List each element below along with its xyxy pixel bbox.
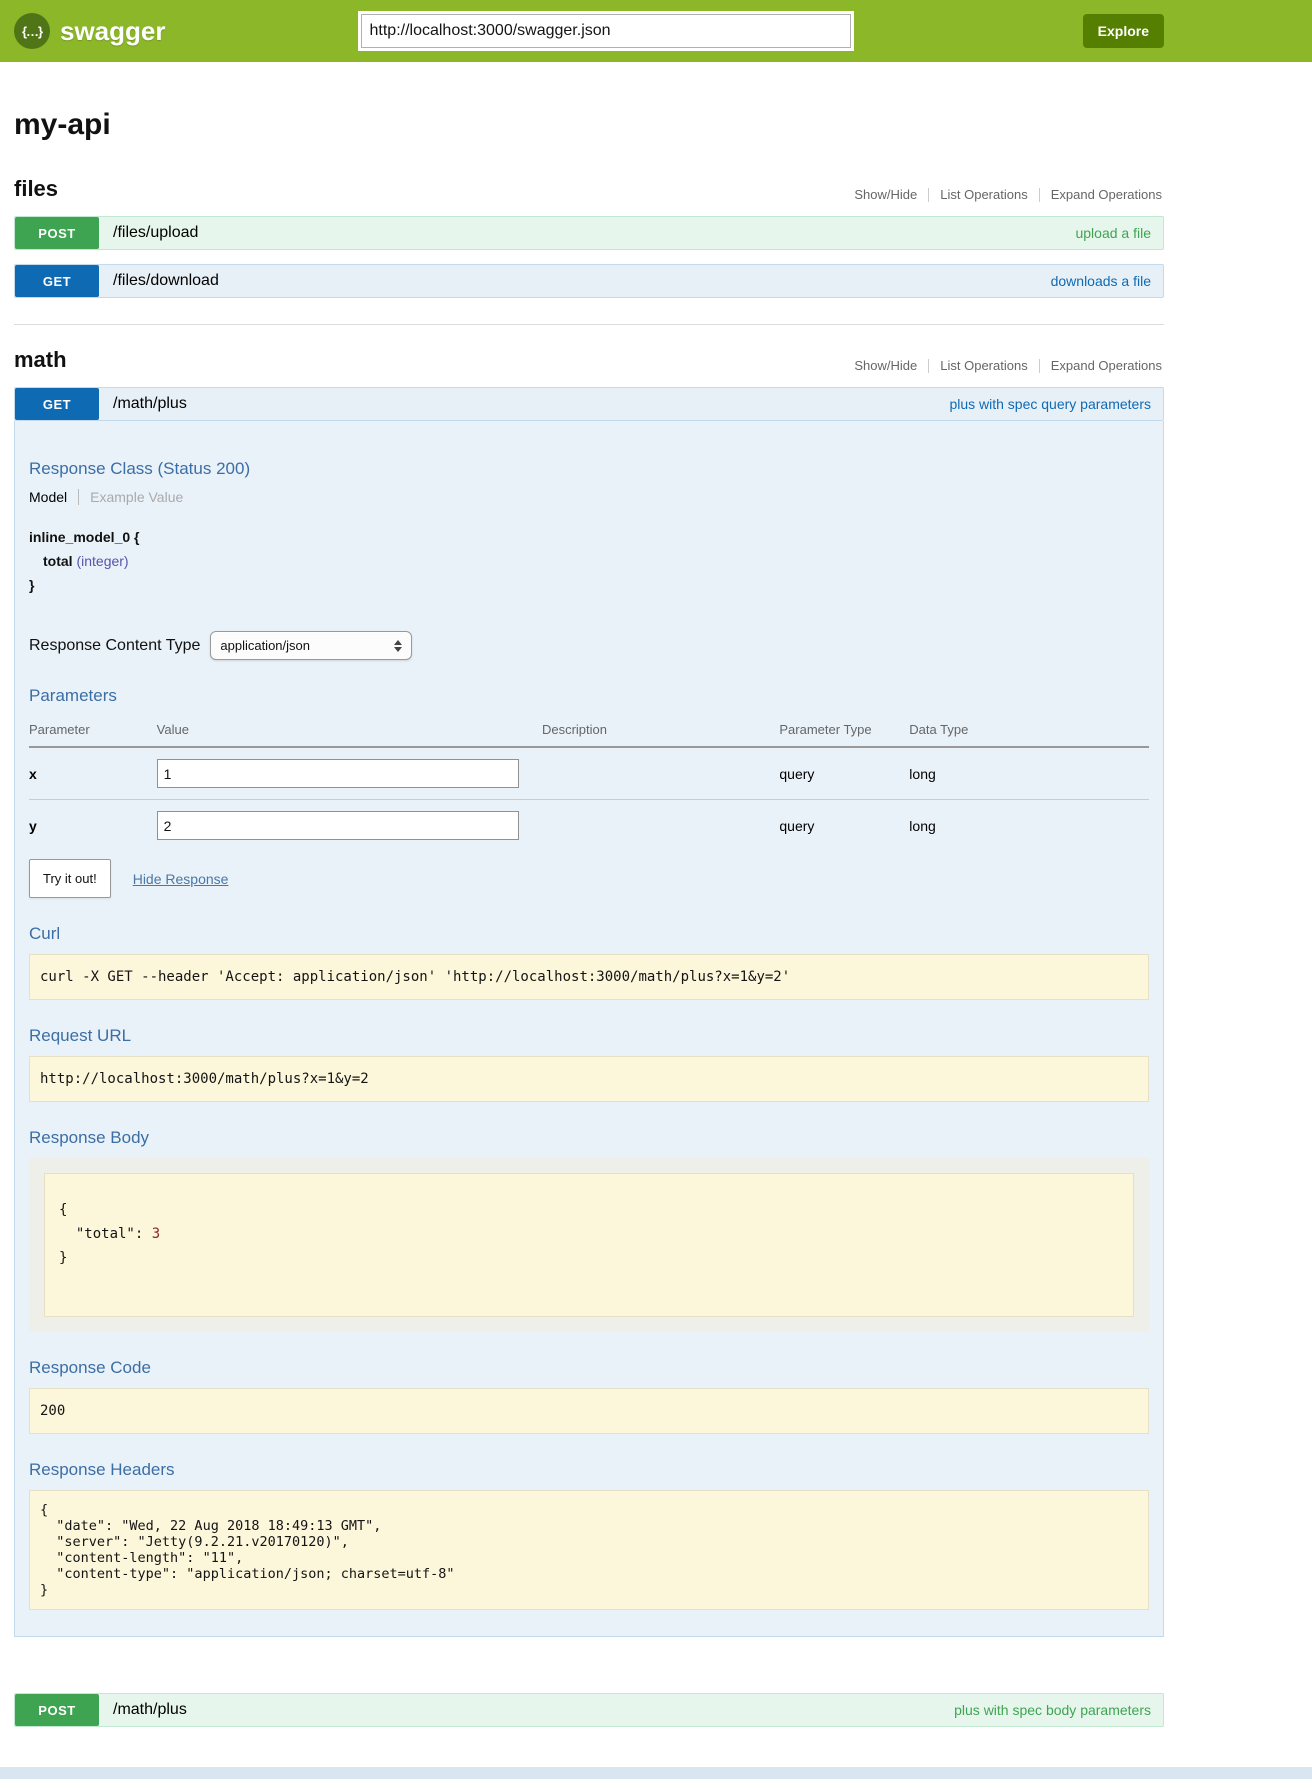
model-signature: inline_model_0 { total (integer) } (29, 525, 1149, 597)
swagger-brand[interactable]: {…} swagger (14, 13, 166, 49)
parameter-y-input[interactable] (157, 811, 519, 840)
response-headers-json: { "date": "Wed, 22 Aug 2018 18:49:13 GMT… (29, 1490, 1149, 1610)
response-class-heading: Response Class (Status 200) (29, 459, 1149, 479)
swagger-logo-icon: {…} (14, 13, 50, 49)
parameter-type: query (779, 800, 909, 852)
operation-path[interactable]: /files/upload (113, 217, 198, 249)
parameter-description (542, 800, 779, 852)
expand-operations-link[interactable]: Expand Operations (1039, 188, 1164, 202)
page-title: my-api (14, 108, 1164, 142)
operation-row-get-math-plus[interactable]: GET /math/plus plus with spec query para… (14, 387, 1164, 421)
operation-summary-link[interactable]: plus with spec query parameters (949, 388, 1151, 420)
operation-summary-link[interactable]: plus with spec body parameters (954, 1694, 1151, 1726)
selected-content-type: application/json (220, 638, 310, 653)
curl-command: curl -X GET --header 'Accept: applicatio… (29, 954, 1149, 1000)
response-body-container: { "total": 3 } (29, 1158, 1149, 1332)
list-operations-link[interactable]: List Operations (928, 188, 1038, 202)
json-number-value: 3 (152, 1226, 160, 1242)
operation-row-post-math-plus[interactable]: POST /math/plus plus with spec body para… (14, 1693, 1164, 1727)
parameter-data-type: long (909, 747, 1149, 800)
response-code-heading: Response Code (29, 1358, 1149, 1378)
col-parameter: Parameter (29, 716, 157, 747)
show-hide-link[interactable]: Show/Hide (843, 188, 928, 202)
parameters-heading: Parameters (29, 686, 1149, 706)
operation-summary-link[interactable]: downloads a file (1051, 265, 1151, 297)
json-close-brace: } (59, 1250, 67, 1266)
operation-summary-link[interactable]: upload a file (1075, 217, 1151, 249)
resource-math: math Show/Hide List Operations Expand Op… (14, 347, 1164, 1727)
operation-path[interactable]: /math/plus (113, 388, 187, 420)
tab-model[interactable]: Model (29, 489, 79, 505)
model-property-name: total (43, 553, 73, 569)
model-property-type: (integer) (76, 553, 128, 569)
request-url-heading: Request URL (29, 1026, 1149, 1046)
col-description: Description (542, 716, 779, 747)
resource-files: files Show/Hide List Operations Expand O… (14, 176, 1164, 298)
explore-button[interactable]: Explore (1083, 14, 1164, 48)
hide-response-link[interactable]: Hide Response (133, 871, 229, 887)
parameter-x-input[interactable] (157, 759, 519, 788)
post-method-badge: POST (15, 1694, 99, 1726)
col-data-type: Data Type (909, 716, 1149, 747)
post-method-badge: POST (15, 217, 99, 249)
parameters-table: Parameter Value Description Parameter Ty… (29, 716, 1149, 851)
response-body-json: { "total": 3 } (44, 1173, 1134, 1317)
response-headers-heading: Response Headers (29, 1460, 1149, 1480)
parameter-row-x: x query long (29, 747, 1149, 800)
parameter-data-type: long (909, 800, 1149, 852)
brand-title: swagger (60, 16, 166, 47)
parameter-type: query (779, 747, 909, 800)
response-content-type-select[interactable]: application/json (210, 631, 412, 660)
parameter-row-y: y query long (29, 800, 1149, 852)
operation-row-post-files-upload[interactable]: POST /files/upload upload a file (14, 216, 1164, 250)
operation-detail-panel: Response Class (Status 200) Model Exampl… (14, 421, 1164, 1637)
try-it-out-button[interactable]: Try it out! (29, 859, 111, 898)
operation-row-get-files-download[interactable]: GET /files/download downloads a file (14, 264, 1164, 298)
request-url-value: http://localhost:3000/math/plus?x=1&y=2 (29, 1056, 1149, 1102)
parameter-name: y (29, 800, 157, 852)
swagger-url-input[interactable] (361, 14, 851, 48)
curl-heading: Curl (29, 924, 1149, 944)
resource-math-name[interactable]: math (14, 347, 67, 373)
select-arrows-icon (394, 640, 402, 652)
expand-operations-link[interactable]: Expand Operations (1039, 359, 1164, 373)
col-value: Value (157, 716, 542, 747)
response-code-value: 200 (29, 1388, 1149, 1434)
resource-files-name[interactable]: files (14, 176, 58, 202)
response-body-heading: Response Body (29, 1128, 1149, 1148)
get-method-badge: GET (15, 265, 99, 297)
response-content-type-label: Response Content Type (29, 637, 200, 655)
parameter-description (542, 747, 779, 800)
resource-divider (14, 324, 1164, 325)
footer-bar (0, 1767, 1312, 1779)
parameter-name: x (29, 747, 157, 800)
json-open-brace: { (59, 1202, 67, 1218)
col-parameter-type: Parameter Type (779, 716, 909, 747)
top-bar: {…} swagger Explore (0, 0, 1312, 62)
operation-path[interactable]: /math/plus (113, 1694, 187, 1726)
operation-path[interactable]: /files/download (113, 265, 219, 297)
model-open: inline_model_0 { (29, 525, 1149, 549)
get-method-badge: GET (15, 388, 99, 420)
list-operations-link[interactable]: List Operations (928, 359, 1038, 373)
json-total-line: "total": 3 (59, 1226, 160, 1242)
tab-example-value[interactable]: Example Value (79, 489, 183, 505)
model-close: } (29, 573, 1149, 597)
show-hide-link[interactable]: Show/Hide (843, 359, 928, 373)
